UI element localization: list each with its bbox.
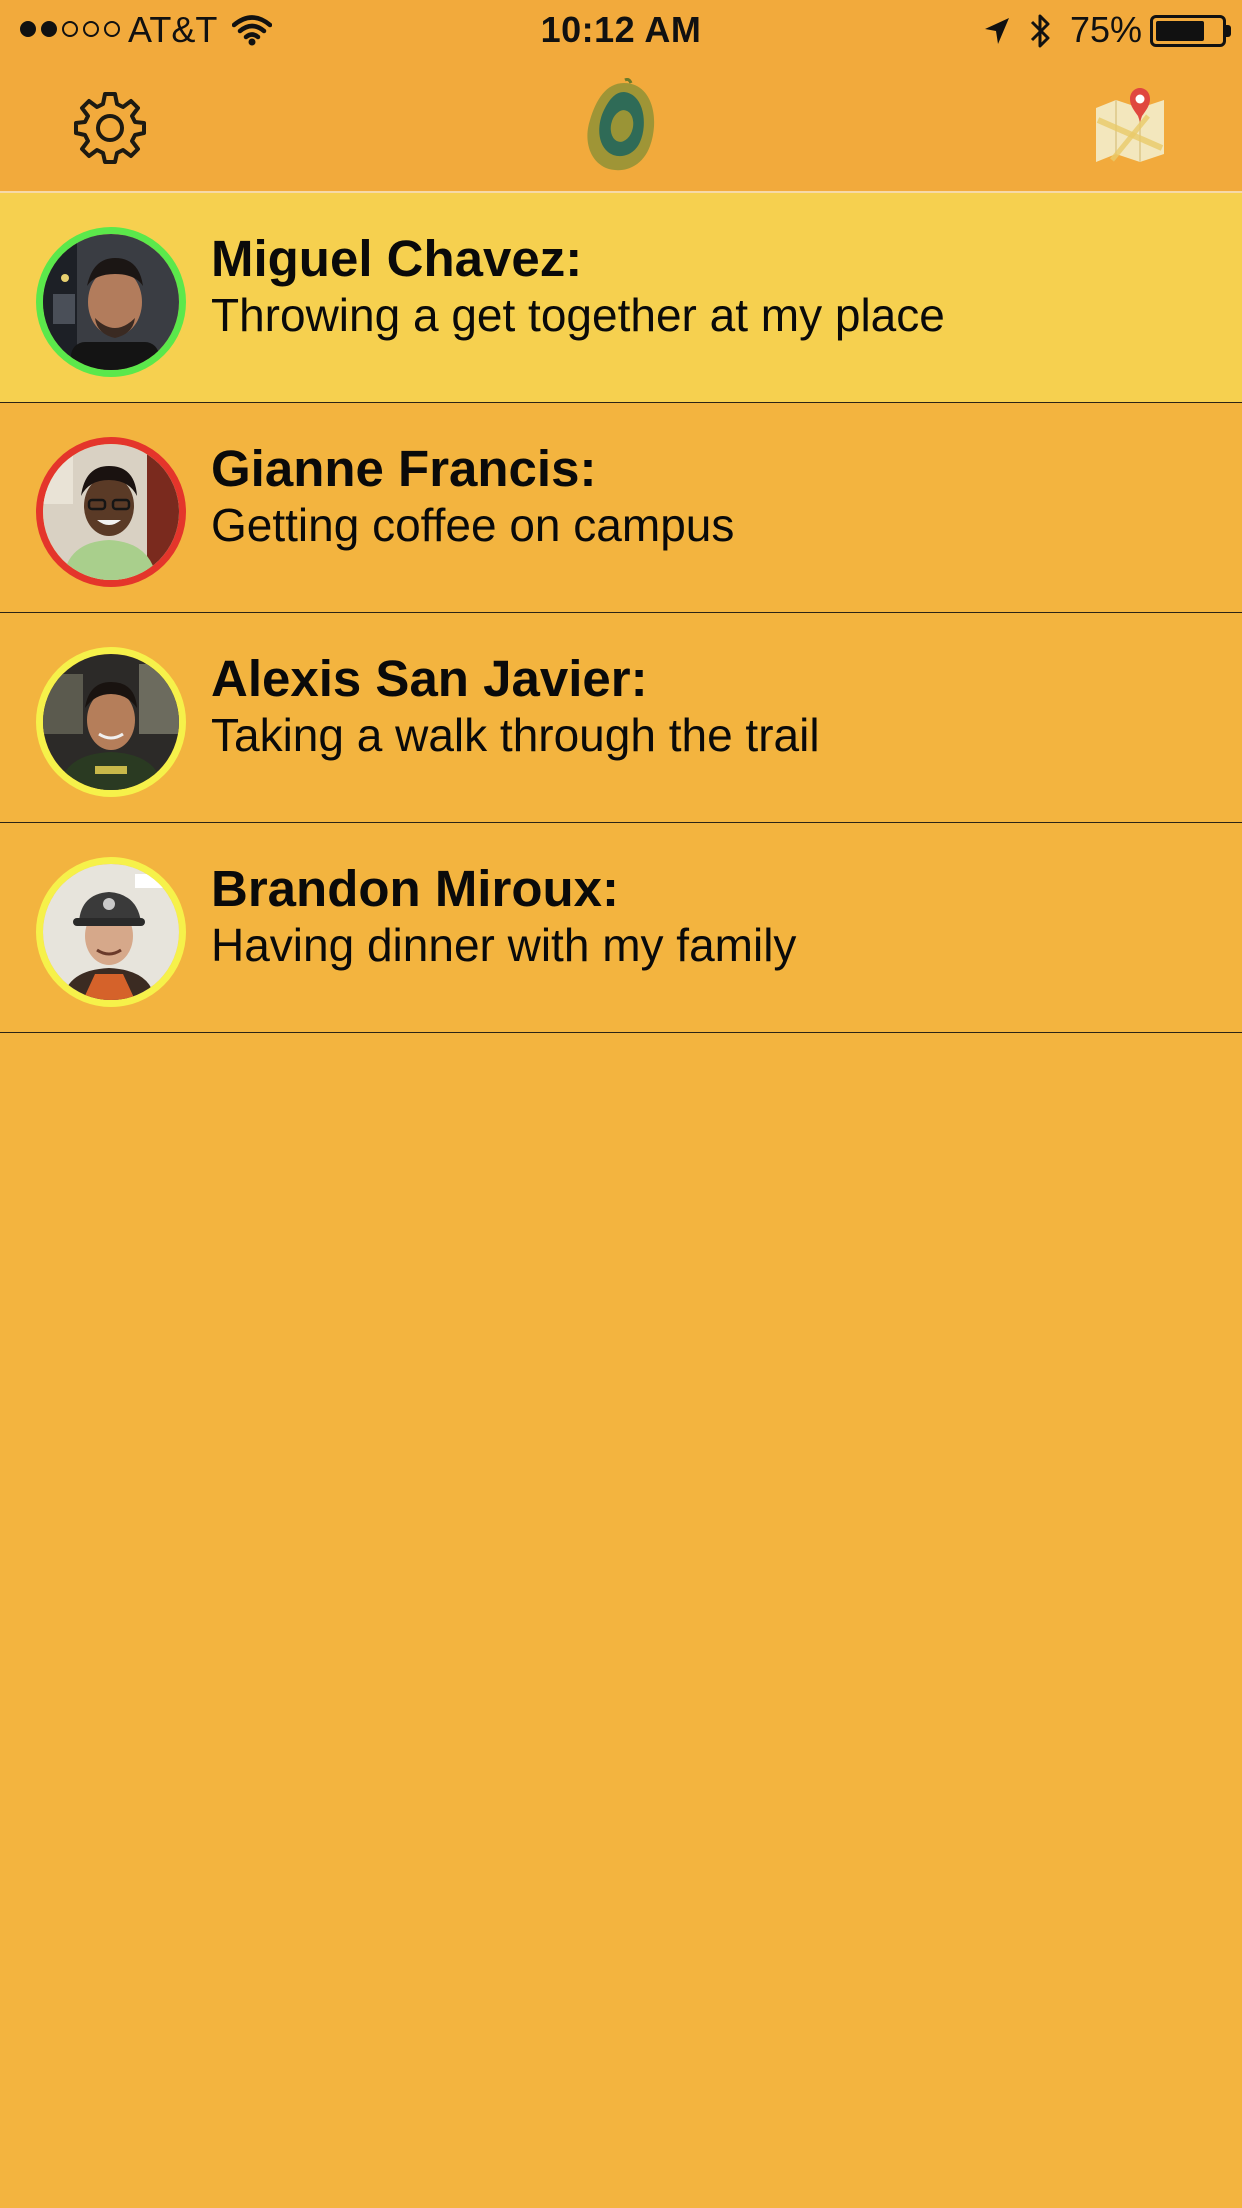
- friend-status-text: Getting coffee on campus: [211, 499, 735, 551]
- avatar-photo: [43, 654, 179, 790]
- list-item[interactable]: Alexis San Javier: Taking a walk through…: [0, 613, 1242, 823]
- avatar[interactable]: [36, 647, 186, 797]
- list-item[interactable]: Gianne Francis: Getting coffee on campus: [0, 403, 1242, 613]
- status-bar: AT&T 10:12 AM 75%: [0, 0, 1242, 60]
- battery-nub: [1226, 25, 1231, 37]
- clock-time: 10:12 AM: [540, 9, 702, 50]
- battery-level-fill: [1156, 21, 1204, 41]
- friend-name: Alexis San Javier:: [211, 650, 648, 707]
- map-pin-icon[interactable]: [1092, 86, 1168, 164]
- friend-name: Brandon Miroux:: [211, 860, 619, 917]
- friends-status-list: Miguel Chavez: Throwing a get together a…: [0, 193, 1242, 1033]
- gear-icon[interactable]: [72, 90, 148, 166]
- location-arrow-icon: [985, 18, 1009, 44]
- list-item[interactable]: Miguel Chavez: Throwing a get together a…: [0, 193, 1242, 403]
- nav-bar: [0, 60, 1242, 193]
- friend-name: Gianne Francis:: [211, 440, 597, 497]
- friend-status-text: Having dinner with my family: [211, 919, 797, 971]
- avatar[interactable]: [36, 857, 186, 1007]
- friend-name: Miguel Chavez:: [211, 230, 583, 287]
- battery-percentage: 75%: [1070, 9, 1143, 50]
- avatar-photo: [43, 444, 179, 580]
- avocado-logo-icon: [587, 78, 655, 171]
- avatar[interactable]: [36, 227, 186, 377]
- friend-status-text: Throwing a get together at my place: [211, 289, 945, 341]
- avatar-photo: [43, 864, 179, 1000]
- battery-icon: [1150, 15, 1226, 47]
- friend-status-text: Taking a walk through the trail: [211, 709, 820, 761]
- avatar-photo: [43, 234, 179, 370]
- bluetooth-icon: [1030, 14, 1050, 48]
- list-item[interactable]: Brandon Miroux: Having dinner with my fa…: [0, 823, 1242, 1033]
- avatar[interactable]: [36, 437, 186, 587]
